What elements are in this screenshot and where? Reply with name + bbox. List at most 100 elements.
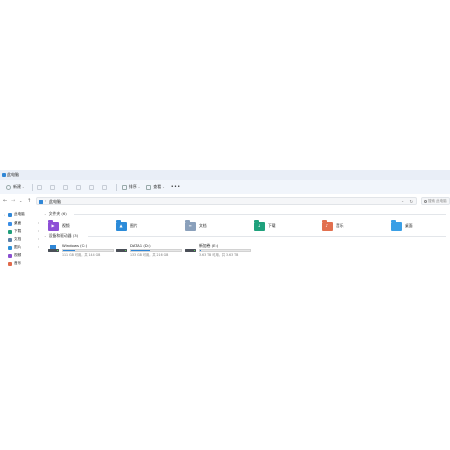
- music-icon: [8, 261, 12, 266]
- drive-e[interactable]: 新加卷 (E:) 3.63 TB 可用，共 3.63 TB: [185, 243, 251, 263]
- sidebar-item-label: 桌面: [14, 221, 22, 225]
- folder-label: 文档: [199, 223, 207, 228]
- folder-videos[interactable]: ▶ 视频: [48, 219, 70, 233]
- cut-icon: [37, 184, 43, 190]
- drive-c[interactable]: Windows (C:) 111 GB 可用，共 144 GB: [48, 243, 114, 263]
- document-icon: [8, 237, 12, 242]
- sidebar-item-music[interactable]: 音乐: [8, 260, 21, 267]
- sidebar-item-this-pc[interactable]: › 此电脑: [4, 211, 25, 218]
- folders-group-title: 文件夹 (6): [48, 211, 67, 216]
- chevron-down-icon: ⌄: [137, 185, 141, 189]
- folder-label: 视频: [62, 223, 70, 228]
- sidebar-item-label: 图片: [14, 245, 22, 249]
- new-button[interactable]: 新建 ⌄: [4, 183, 27, 192]
- drives-group-header[interactable]: ⌄ 设备和驱动器 (3): [44, 233, 78, 239]
- desktop-folder-icon: [391, 220, 402, 231]
- sidebar-item-pictures[interactable]: 图片: [8, 244, 21, 251]
- delete-icon: [102, 184, 108, 190]
- sidebar-item-desktop[interactable]: 桌面: [8, 220, 21, 227]
- folder-music[interactable]: ♪ 音乐: [322, 219, 344, 233]
- sort-button[interactable]: 排序 ⌄: [120, 183, 143, 192]
- content-area: ⌄ 文件夹 (6) ▶ 视频 ▲ 图片 ≡ 文档 ↓ 下载 ♪ 音乐 桌面 ⌄ …: [44, 210, 450, 284]
- pin-icon: ⟟: [38, 221, 40, 225]
- drive-usage-bar: [130, 248, 182, 252]
- sidebar-item-videos[interactable]: 视频: [8, 252, 21, 259]
- drive-free-space: 111 GB 可用，共 144 GB: [62, 253, 101, 257]
- back-button[interactable]: ←: [3, 198, 7, 204]
- pc-icon: [39, 199, 43, 204]
- folder-emblem: ↓: [257, 223, 261, 228]
- drives-group-title: 设备和驱动器 (3): [48, 233, 79, 238]
- drive-free-space: 133 GB 可用，共 216 GB: [130, 253, 169, 257]
- file-explorer-window: 此电脑 新建 ⌄ 排序 ⌄ 查看 ⌄ ••• ← → ⌄ ↑ › 此电脑 ⌄ ↻…: [0, 170, 450, 284]
- cut-button[interactable]: [35, 183, 46, 192]
- breadcrumb[interactable]: 此电脑: [49, 199, 61, 204]
- search-input[interactable]: 搜索 此电脑: [421, 197, 450, 205]
- plus-icon: [6, 184, 11, 190]
- sidebar-item-label: 此电脑: [14, 212, 25, 216]
- paste-button[interactable]: [61, 183, 72, 192]
- window-title: 此电脑: [7, 172, 19, 177]
- folder-pictures[interactable]: ▲ 图片: [116, 219, 138, 233]
- refresh-icon[interactable]: ↻: [410, 199, 413, 204]
- folder-label: 下载: [268, 223, 276, 228]
- hard-drive-icon: [116, 245, 127, 253]
- copy-button[interactable]: [48, 183, 59, 192]
- copy-icon: [50, 184, 56, 190]
- view-icon: [146, 184, 152, 190]
- sidebar-item-downloads[interactable]: 下载: [8, 228, 21, 235]
- rename-button[interactable]: [74, 183, 85, 192]
- delete-button[interactable]: [100, 183, 111, 192]
- download-folder-icon: ↓: [254, 220, 265, 231]
- drive-name: Windows (C:): [62, 243, 88, 248]
- pc-icon: [8, 212, 12, 217]
- hard-drive-icon: [185, 245, 196, 253]
- folder-desktop[interactable]: 桌面: [391, 219, 413, 233]
- search-icon: [423, 199, 427, 203]
- chevron-down-icon: ⌄: [22, 185, 25, 189]
- share-icon: [89, 184, 95, 190]
- sidebar-item-documents[interactable]: 文档: [8, 236, 21, 243]
- up-button[interactable]: ↑: [27, 198, 31, 204]
- video-folder-icon: ▶: [48, 220, 59, 231]
- windows-drive-icon: [48, 245, 59, 253]
- toolbar-divider: [31, 183, 33, 191]
- download-icon: [8, 229, 12, 234]
- title-bar: 此电脑: [0, 170, 450, 180]
- folders-group-header[interactable]: ⌄ 文件夹 (6): [44, 211, 67, 217]
- pin-icon: ⟟: [38, 237, 40, 241]
- breadcrumb-chevron-icon[interactable]: ›: [45, 199, 46, 203]
- recent-locations-button[interactable]: ⌄: [19, 198, 22, 204]
- sidebar-item-label: 音乐: [14, 261, 22, 265]
- folder-label: 图片: [130, 223, 138, 228]
- folder-emblem: ▲: [119, 223, 123, 228]
- toolbar-divider: [116, 183, 117, 191]
- chevron-down-icon: ⌄: [44, 234, 47, 238]
- sidebar-item-label: 视频: [14, 253, 22, 257]
- address-bar[interactable]: › 此电脑 ⌄ ↻: [36, 197, 417, 205]
- folder-label: 音乐: [336, 223, 344, 228]
- view-label: 查看: [153, 184, 162, 189]
- desktop-icon: [8, 221, 12, 226]
- drive-name: DATA1 (D:): [130, 243, 151, 248]
- folder-documents[interactable]: ≡ 文档: [185, 219, 207, 233]
- view-button[interactable]: 查看 ⌄: [144, 183, 167, 192]
- new-label: 新建: [13, 184, 21, 189]
- pin-icon: ⟟: [38, 229, 40, 233]
- chevron-down-icon: ⌄: [162, 185, 165, 189]
- more-options-button[interactable]: •••: [171, 184, 181, 190]
- forward-button[interactable]: →: [11, 198, 15, 204]
- sort-icon: [121, 184, 127, 190]
- address-dropdown-icon[interactable]: ⌄: [401, 199, 404, 203]
- pc-icon: [2, 173, 6, 177]
- folder-downloads[interactable]: ↓ 下载: [254, 219, 276, 233]
- share-button[interactable]: [87, 183, 98, 192]
- address-row: ← → ⌄ ↑ › 此电脑 ⌄ ↻ 搜索 此电脑: [0, 194, 450, 208]
- sidebar-item-label: 下载: [14, 229, 22, 233]
- drive-d[interactable]: DATA1 (D:) 133 GB 可用，共 216 GB: [116, 243, 182, 263]
- chevron-down-icon: ⌄: [44, 212, 47, 216]
- folder-label: 桌面: [405, 223, 413, 228]
- picture-folder-icon: ▲: [116, 220, 127, 231]
- group-divider: [88, 235, 446, 236]
- music-folder-icon: ♪: [322, 220, 333, 231]
